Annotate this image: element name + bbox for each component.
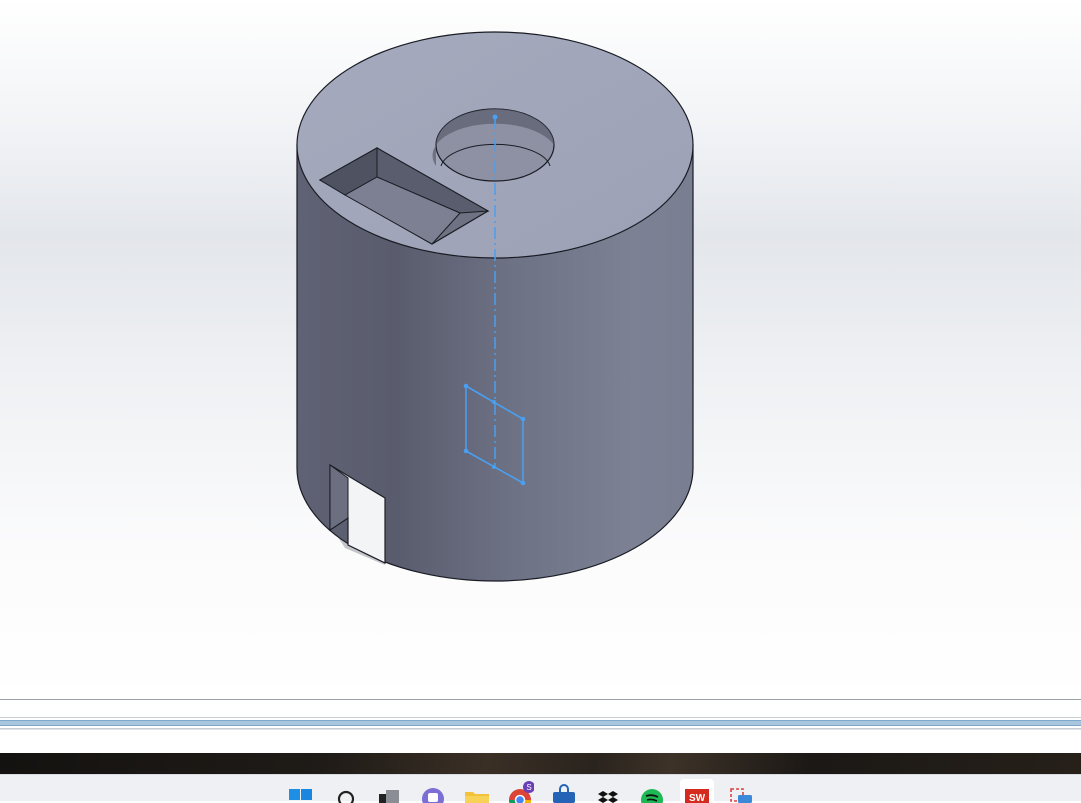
desktop-wallpaper: [0, 753, 1081, 774]
horizontal-scrollbar[interactable]: [0, 717, 1081, 729]
file-explorer-icon[interactable]: [463, 779, 491, 803]
microsoft-store-icon[interactable]: [550, 779, 578, 803]
graphics-area[interactable]: [0, 0, 1081, 699]
sketch-vertex[interactable]: [521, 417, 526, 422]
sketch-vertex[interactable]: [464, 449, 469, 454]
chrome-icon[interactable]: S: [506, 779, 534, 803]
scrollbar-thumb[interactable]: [0, 720, 1081, 726]
model-view[interactable]: [0, 0, 1081, 699]
windows-start-icon[interactable]: [286, 779, 314, 803]
search-icon[interactable]: [332, 779, 360, 803]
svg-text:S: S: [526, 783, 531, 792]
solidworks-icon[interactable]: SW: [680, 779, 714, 803]
snipping-tool-icon[interactable]: [727, 779, 755, 803]
sketch-midpoint[interactable]: [492, 400, 496, 404]
svg-text:SW: SW: [689, 793, 706, 803]
status-bar: [0, 729, 1081, 753]
windows-taskbar: S SW: [0, 774, 1081, 801]
viewport-divider: [0, 699, 1081, 700]
teams-chat-icon[interactable]: [419, 779, 447, 803]
dropbox-icon[interactable]: [594, 779, 622, 803]
centerline-endpoint[interactable]: [493, 115, 498, 120]
sketch-vertex[interactable]: [521, 481, 526, 486]
task-view-icon[interactable]: [375, 779, 403, 803]
sketch-vertex[interactable]: [464, 384, 469, 389]
sketch-midpoint[interactable]: [492, 465, 496, 469]
spotify-icon[interactable]: [638, 779, 666, 803]
